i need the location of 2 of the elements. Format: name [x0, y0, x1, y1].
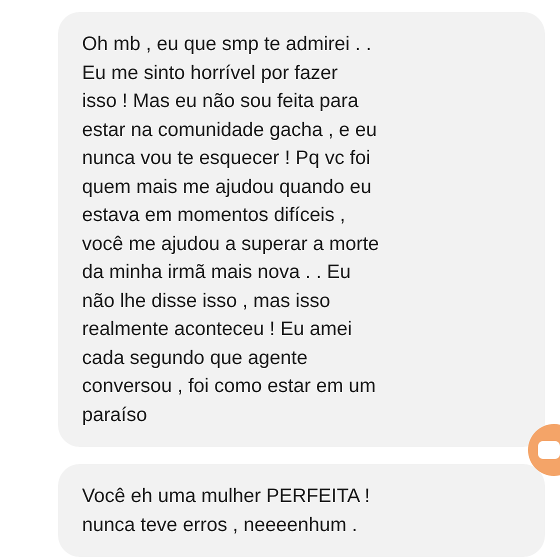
message-text: Você eh uma mulher PERFEITA ! nunca teve erros , neeeenhum .: [82, 484, 371, 538]
message-text: Oh mb , eu que smp te admirei . . Eu me sinto horrível por fazer isso ! Mas eu não sou feita para estar na comunidade gacha , e eu nunca vou te esquecer ! Pq vc foi quem mais me ajudou quando eu estava em momentos difíceis , você me ajudou a superar a morte da minha irmã mais nova . . Eu não lhe disse isso , mas isso realmente aconteceu ! Eu amei cada segundo que agente conversou , foi como estar em um paraíso: [82, 32, 380, 428]
